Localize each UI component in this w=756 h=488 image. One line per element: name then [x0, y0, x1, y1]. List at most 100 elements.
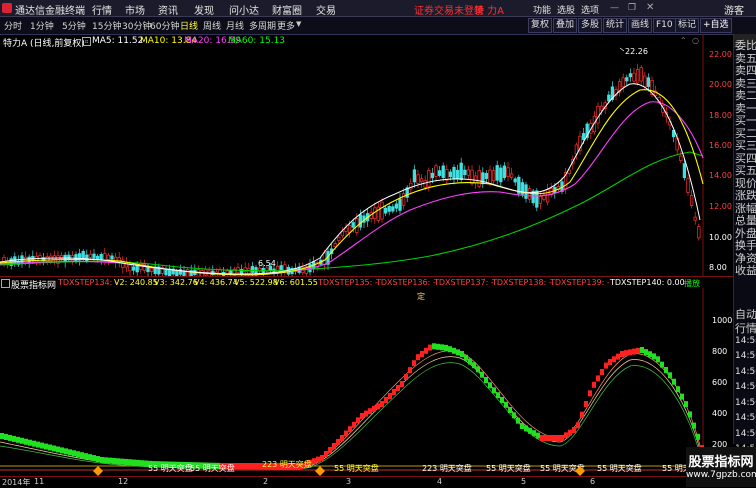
menu-jiaoyi[interactable]: 交易 — [316, 2, 336, 17]
candle — [412, 169, 417, 183]
time-label: 14:50 — [735, 413, 756, 423]
fuquan-button[interactable]: 复权 — [528, 18, 553, 33]
candle — [639, 67, 643, 82]
candle — [455, 169, 460, 180]
step-block — [600, 369, 604, 375]
guest-label[interactable]: 游客 — [724, 2, 744, 17]
step-block — [592, 381, 596, 388]
step-block — [452, 347, 456, 354]
ma5-line — [0, 83, 701, 275]
tab-gengduo[interactable]: 更多 — [277, 19, 295, 32]
signal-text: 223 明天突盘 — [422, 463, 472, 473]
step-block — [680, 393, 684, 400]
step-block — [364, 410, 368, 417]
menu-faxian[interactable]: 发现 — [194, 2, 214, 17]
indicator-tick: 1000 — [712, 316, 732, 325]
menu-zixun[interactable]: 资讯 — [158, 2, 178, 17]
x-tick: 12 — [118, 477, 129, 486]
step-block — [504, 401, 508, 408]
tab-fenshi[interactable]: 分时 — [4, 19, 22, 32]
candle — [682, 163, 687, 179]
app-logo-icon — [2, 3, 12, 13]
candle — [693, 216, 697, 221]
close-icon[interactable]: ✕ — [646, 2, 654, 13]
restore-icon[interactable]: ❐ — [628, 3, 636, 13]
f10-button[interactable]: F10 — [653, 18, 676, 33]
indicator-toggle-icon[interactable] — [1, 279, 10, 288]
step-blocks — [0, 343, 704, 469]
candle — [646, 77, 651, 87]
step-block — [644, 349, 648, 356]
tab-60min[interactable]: 60分钟 — [150, 19, 179, 32]
candle — [250, 266, 255, 273]
tab-yuexian[interactable]: 月线 — [226, 19, 244, 32]
indicator-label: V4: 436.74 — [194, 278, 238, 287]
panel-option[interactable]: 行情 — [735, 320, 756, 336]
x-tick: 2014年 — [2, 478, 31, 487]
indicator-label: V6: 601.55 — [274, 278, 318, 287]
candle — [128, 264, 132, 272]
tongji-button[interactable]: 统计 — [603, 18, 628, 33]
tab-5min[interactable]: 5分钟 — [62, 19, 86, 32]
step-block — [256, 463, 260, 469]
step-block — [532, 430, 536, 437]
tab-zhouxian[interactable]: 周线 — [203, 19, 221, 32]
step-block — [604, 362, 608, 369]
indicator-label: TDXSTEP140: 0.00 — [610, 278, 685, 287]
menu-shichang[interactable]: 市场 — [125, 2, 145, 17]
step-block — [620, 351, 624, 357]
step-block — [316, 456, 320, 463]
x-tick: 11 — [34, 477, 45, 486]
step-block — [540, 435, 544, 441]
step-block — [524, 425, 528, 432]
candle — [441, 165, 445, 178]
candle — [632, 72, 636, 82]
menu-xuangu[interactable]: 选股 — [557, 3, 575, 16]
biaoji-button[interactable]: 标记 — [675, 18, 700, 33]
step-block — [512, 412, 516, 419]
step-block — [624, 350, 628, 357]
add-watchlist-button[interactable]: +自选 — [700, 18, 732, 33]
indicator-label: TDXSTEP139: - — [550, 278, 610, 287]
menu-gongneng[interactable]: 功能 — [533, 3, 551, 16]
candle — [333, 243, 337, 247]
step-block — [408, 367, 412, 374]
x-tick: 3 — [346, 477, 352, 486]
minimize-icon[interactable]: — — [610, 3, 619, 13]
menu-hangqing[interactable]: 行情 — [92, 2, 112, 17]
candle — [416, 174, 420, 184]
duogu-button[interactable]: 多股 — [578, 18, 603, 33]
menu-xuanxiang[interactable]: 选项 — [581, 3, 599, 16]
tab-30min[interactable]: 30分钟 — [122, 19, 151, 32]
more-chevron-icon[interactable]: ▼ — [296, 20, 301, 28]
candle — [88, 253, 93, 258]
menu-wenxiaoda[interactable]: 问小达 — [229, 2, 259, 17]
step-block — [60, 447, 64, 454]
candle — [434, 165, 438, 177]
price-chart[interactable]: 22.26 6.54 22.00 20.00 18.00 16.00 14.00… — [0, 34, 733, 276]
step-block — [348, 426, 352, 433]
candle — [337, 236, 341, 241]
tab-1min[interactable]: 1分钟 — [30, 19, 54, 32]
step-block — [472, 362, 476, 369]
step-block — [448, 346, 452, 353]
tab-rixian[interactable]: 日线 — [180, 19, 198, 32]
candle — [437, 170, 442, 176]
indicator-chart[interactable]: 55 明天突盘 55 明天突盘 223 明天突盘 223 明天突盘 55 明天突… — [0, 288, 733, 476]
candle — [103, 253, 107, 261]
candle — [452, 166, 456, 179]
step-block — [372, 405, 376, 412]
candle — [427, 170, 431, 187]
diejia-button[interactable]: 叠加 — [553, 18, 578, 33]
step-block — [516, 417, 520, 424]
step-block — [440, 344, 444, 351]
candle — [484, 173, 489, 179]
candle — [149, 267, 154, 272]
huaxian-button[interactable]: 画线 — [628, 18, 653, 33]
menu-caifuquan[interactable]: 财富圈 — [272, 2, 302, 17]
tab-duozhouqi[interactable]: 多周期 — [249, 19, 276, 32]
candle — [506, 167, 510, 177]
step-block — [656, 356, 660, 363]
step-block — [104, 457, 108, 464]
tab-15min[interactable]: 15分钟 — [92, 19, 121, 32]
